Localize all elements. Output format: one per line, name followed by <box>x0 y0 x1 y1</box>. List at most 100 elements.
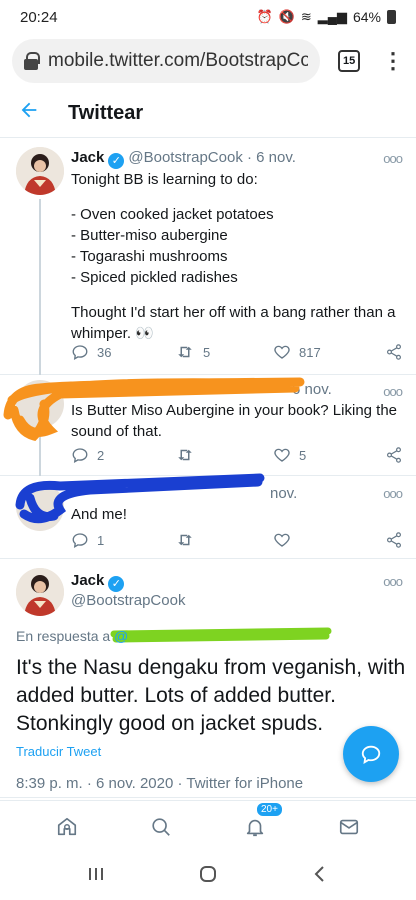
retweet-count: 5 <box>203 344 211 360</box>
nav-notifications[interactable]: 20+ <box>235 800 284 847</box>
tweet-text: Is Butter Miso Aubergine in your book? L… <box>71 402 398 440</box>
author-name[interactable]: Jack <box>71 149 104 166</box>
tweet-date[interactable]: 6 nov. <box>292 381 332 398</box>
compose-button[interactable] <box>343 726 399 782</box>
home-icon <box>57 817 77 835</box>
notifications-badge: 20+ <box>255 800 284 818</box>
more-icon[interactable]: ooo <box>383 151 403 166</box>
back-arrow-icon[interactable] <box>0 99 56 128</box>
share-icon <box>387 447 401 463</box>
retweet-button[interactable]: 5 <box>175 343 273 361</box>
back-system-button[interactable] <box>310 864 330 889</box>
share-icon <box>387 344 401 360</box>
battery-icon <box>387 10 396 24</box>
more-icon[interactable]: ooo <box>383 574 403 589</box>
tweet-item[interactable]: Jack ✓ @BootstrapCook · 6 nov. ooo Tonight… <box>0 139 416 375</box>
back-chevron-icon <box>314 865 324 882</box>
like-button[interactable] <box>273 531 385 549</box>
more-icon[interactable]: ooo <box>383 384 403 399</box>
tweet-timestamp[interactable]: 8:39 p. m. · 6 nov. 2020 · Twitter for i… <box>16 775 303 792</box>
retweet-button[interactable] <box>175 446 273 464</box>
nav-home[interactable] <box>47 807 87 847</box>
verified-icon: ✓ <box>108 576 125 592</box>
more-icon[interactable]: ooo <box>383 486 403 501</box>
bell-icon <box>246 819 264 836</box>
tweet-header: nov. <box>270 485 297 502</box>
page-title: Twittear <box>68 102 144 124</box>
tweet-actions: 36 5 817 <box>71 341 403 363</box>
recent-apps-button[interactable] <box>86 865 106 888</box>
like-count: 817 <box>299 344 321 360</box>
verified-icon: ✓ <box>108 153 125 169</box>
reply-count: 2 <box>97 447 105 463</box>
page-header: Twittear <box>0 90 416 138</box>
tweet-header: 6 nov. <box>292 381 332 398</box>
text-line: Tonight BB is learning to do: <box>71 171 258 188</box>
author-name[interactable]: Jack <box>71 572 104 589</box>
text-line: - Togarashi mushrooms <box>71 248 228 265</box>
tweet-item[interactable]: nov. ooo And me! 1 <box>0 477 416 559</box>
avatar[interactable] <box>16 380 64 428</box>
tweet-date[interactable]: · 6 nov. <box>247 149 296 166</box>
reply-to-label: En respuesta a <box>16 628 111 644</box>
share-button[interactable] <box>385 531 403 549</box>
browser-menu-button[interactable]: ⋮ <box>382 50 404 72</box>
share-button[interactable] <box>385 446 403 464</box>
text-line: Thought I'd start her off with a bang ra… <box>71 304 396 342</box>
reply-button[interactable]: 2 <box>71 446 175 464</box>
status-icons: ⏰ 🔇 ≋ ▂▄▆ 64% <box>256 9 396 25</box>
avatar[interactable] <box>16 483 64 531</box>
lock-icon <box>24 52 40 70</box>
thread-line <box>39 199 41 375</box>
reply-button[interactable]: 36 <box>71 343 175 361</box>
text-line: - Butter-miso aubergine <box>71 227 228 244</box>
translate-link[interactable]: Traducir Tweet <box>16 744 101 759</box>
tweet-item[interactable]: 6 nov. ooo Is Butter Miso Aubergine in y… <box>0 376 416 476</box>
status-bar: 20:24 ⏰ 🔇 ≋ ▂▄▆ 64% <box>0 0 416 34</box>
nav-search[interactable] <box>141 807 181 847</box>
like-button[interactable]: 5 <box>273 446 385 464</box>
author-handle-row: @BootstrapCook <box>71 592 185 609</box>
retweet-button[interactable] <box>175 531 273 549</box>
avatar[interactable] <box>16 568 64 616</box>
share-icon <box>387 532 401 548</box>
retweet-icon <box>178 449 192 461</box>
tweet-text: It's the Nasu dengaku from veganish, wit… <box>16 656 406 735</box>
url-text: mobile.twitter.com/BootstrapCook <box>48 50 309 71</box>
author-handle: @BootstrapCook <box>71 592 186 609</box>
tweet-header: Jack ✓ @BootstrapCook · 6 nov. <box>71 149 296 169</box>
battery-percent: 64% <box>352 9 381 25</box>
like-icon <box>274 448 290 462</box>
address-bar[interactable]: mobile.twitter.com/BootstrapCook <box>12 39 321 83</box>
author-handle: @BootstrapCook <box>128 149 243 166</box>
tweet-header: Jack ✓ <box>71 572 128 592</box>
like-icon <box>274 533 290 547</box>
tweet-actions: 1 <box>71 529 403 551</box>
system-navigation-bar <box>0 852 416 900</box>
bottom-nav: 20+ <box>0 800 416 852</box>
tweet-date[interactable]: nov. <box>270 485 297 502</box>
tab-switcher-button[interactable]: 15 <box>338 50 360 72</box>
avatar[interactable] <box>16 147 64 195</box>
search-icon <box>152 817 170 836</box>
compose-icon <box>361 745 381 764</box>
text-line: - Oven cooked jacket potatoes <box>71 206 274 223</box>
wifi-icon: ≋ <box>300 9 312 24</box>
signal-icon: ▂▄▆ <box>317 9 347 24</box>
reply-count: 1 <box>97 532 105 548</box>
share-button[interactable] <box>385 343 403 361</box>
mute-icon: 🔇 <box>278 9 295 24</box>
recent-apps-icon <box>89 867 103 880</box>
like-button[interactable]: 817 <box>273 343 385 361</box>
tweet-text: Tonight BB is learning to do: - Oven coo… <box>71 169 401 344</box>
home-system-button[interactable] <box>198 864 218 889</box>
like-icon <box>274 345 290 359</box>
nav-messages[interactable] <box>329 807 369 847</box>
reply-to-link[interactable]: @ <box>114 628 128 644</box>
clock: 20:24 <box>20 8 58 26</box>
reply-to-line: En respuesta a @ <box>16 628 128 644</box>
like-count: 5 <box>299 447 307 463</box>
reply-button[interactable]: 1 <box>71 531 175 549</box>
